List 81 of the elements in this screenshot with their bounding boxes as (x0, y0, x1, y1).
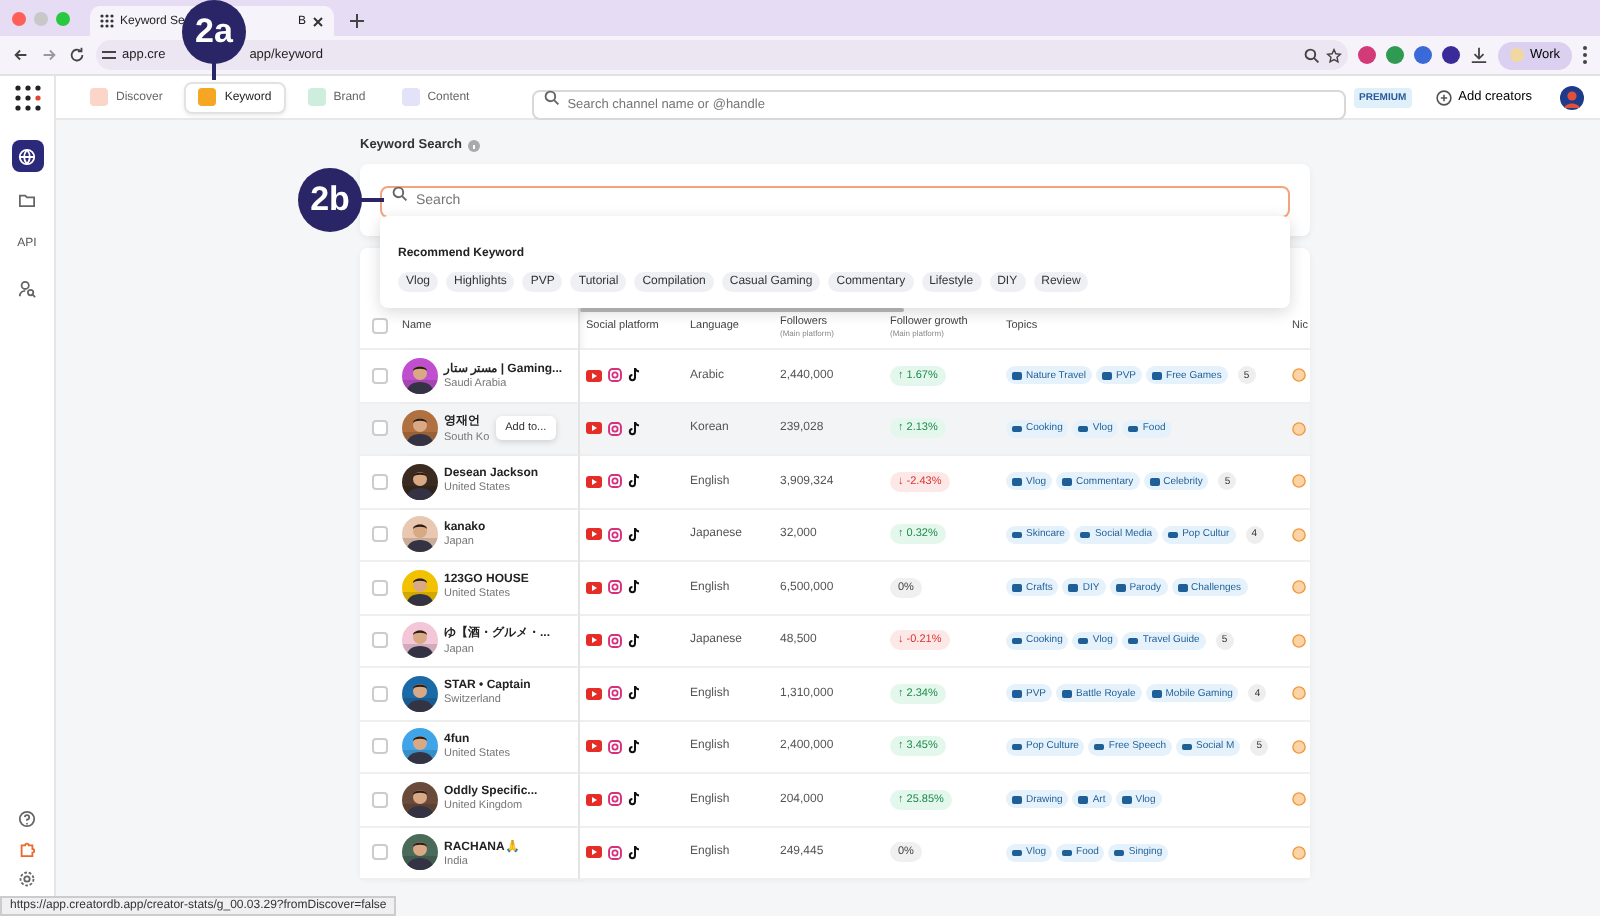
row-checkbox[interactable] (372, 473, 388, 490)
user-avatar[interactable] (1560, 85, 1584, 109)
tab-icon (401, 88, 420, 106)
search-icon (1303, 47, 1320, 63)
tiktok-icon (628, 368, 640, 383)
sidebar-item[interactable] (11, 140, 43, 172)
help-icon[interactable] (18, 810, 36, 828)
download-icon[interactable] (1469, 46, 1488, 64)
row-checkbox[interactable] (372, 526, 388, 543)
youtube-icon (586, 634, 602, 647)
niche-icon (1292, 421, 1306, 436)
puzzle-icon[interactable] (18, 840, 36, 858)
tiktok-icon (628, 421, 640, 436)
niche-icon (1292, 686, 1306, 701)
tiktok-icon (628, 474, 640, 489)
star-icon[interactable] (1325, 47, 1342, 63)
niche-icon (1292, 792, 1306, 807)
niche-icon (1292, 580, 1306, 595)
youtube-icon (586, 793, 602, 806)
row-checkbox[interactable] (372, 685, 388, 702)
tab-icon (90, 88, 108, 106)
tiktok-icon (628, 686, 640, 701)
niche-icon (1292, 739, 1306, 754)
menu-icon[interactable] (1582, 46, 1588, 64)
instagram-icon (608, 368, 622, 383)
row-checkbox[interactable] (372, 420, 388, 437)
tiktok-icon (628, 739, 640, 754)
tab-icon (198, 88, 217, 106)
search-icon (392, 186, 408, 202)
tiktok-icon (628, 527, 640, 542)
youtube-icon (586, 422, 602, 435)
new-tab-icon[interactable] (350, 14, 364, 28)
youtube-icon (586, 475, 602, 488)
tab-icon (307, 88, 326, 106)
site-settings-icon (102, 48, 116, 62)
close-icon[interactable] (312, 15, 324, 27)
row-checkbox[interactable] (372, 579, 388, 596)
settings-icon[interactable] (18, 870, 36, 888)
search-icon (543, 89, 560, 105)
youtube-icon (586, 528, 602, 541)
youtube-icon (586, 369, 602, 382)
niche-icon (1292, 633, 1306, 648)
maximize-button[interactable] (56, 11, 70, 25)
row-checkbox[interactable] (372, 844, 388, 861)
globe-icon (18, 147, 36, 165)
instagram-icon (608, 421, 622, 436)
youtube-icon (586, 740, 602, 753)
forward-icon[interactable] (40, 46, 58, 64)
tiktok-icon (628, 845, 640, 860)
select-all-checkbox[interactable] (372, 318, 388, 334)
instagram-icon (608, 580, 622, 595)
instagram-icon (608, 686, 622, 701)
tiktok-icon (628, 633, 640, 648)
reload-icon[interactable] (68, 46, 86, 64)
niche-icon (1292, 527, 1306, 542)
instagram-icon (608, 474, 622, 489)
instagram-icon (608, 633, 622, 648)
youtube-icon (586, 581, 602, 594)
niche-icon (1292, 474, 1306, 489)
row-checkbox[interactable] (372, 632, 388, 649)
instagram-icon (608, 792, 622, 807)
tiktok-icon (628, 580, 640, 595)
plus-circle-icon (1436, 89, 1453, 105)
back-icon[interactable] (12, 46, 30, 64)
person-search-icon (18, 279, 36, 297)
instagram-icon (608, 527, 622, 542)
row-checkbox[interactable] (372, 738, 388, 755)
instagram-icon (608, 739, 622, 754)
row-checkbox[interactable] (372, 791, 388, 808)
row-checkbox[interactable] (372, 367, 388, 384)
instagram-icon (608, 845, 622, 860)
close-window-button[interactable] (12, 11, 26, 25)
niche-icon (1292, 845, 1306, 860)
youtube-icon (586, 687, 602, 700)
tiktok-icon (628, 792, 640, 807)
grid-icon (100, 14, 114, 28)
folder-icon (18, 192, 36, 208)
info-icon[interactable] (467, 139, 480, 151)
niche-icon (1292, 368, 1306, 383)
youtube-icon (586, 846, 602, 859)
logo-icon[interactable] (13, 84, 41, 112)
